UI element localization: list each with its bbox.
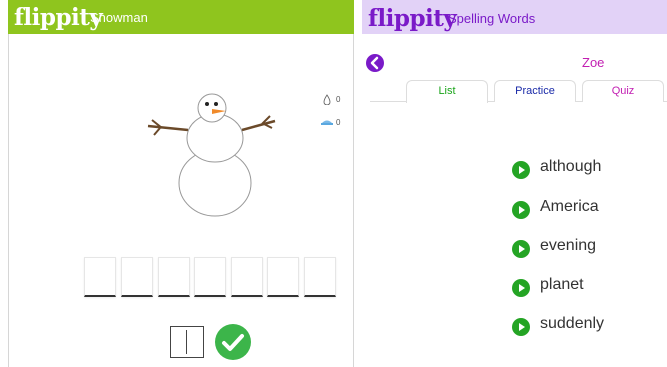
drop-icon [323,94,331,105]
user-name: Zoe [582,55,605,70]
snowman-illustration [147,93,276,217]
wrong-count: 0 [336,95,341,104]
check-icon [222,334,244,351]
app-title: Spelling Words [448,11,536,26]
letter-tile [304,257,336,297]
submit-letter-button[interactable] [215,324,251,360]
word-text: suddenly [540,315,605,332]
letter-tile [194,257,226,297]
snowman-panel: flippity Snowman 0 0 [0,0,358,367]
hint-count: 0 [336,118,341,127]
spelling-panel: flippity Spelling Words Zoe List Practic… [362,0,667,367]
tab-practice[interactable]: Practice [494,80,576,102]
back-arrow-icon [370,56,379,70]
back-button[interactable] [366,54,384,72]
play-icon[interactable] [512,318,530,336]
spelling-header: flippity Spelling Words [362,0,667,34]
play-icon[interactable] [512,201,530,219]
play-icon[interactable] [512,279,530,297]
letter-tile [121,257,153,297]
letter-tile [84,257,116,297]
word-text: although [540,158,602,175]
word-text: evening [540,237,597,254]
letter-tile [158,257,190,297]
play-icon[interactable] [512,161,530,179]
letter-tile [231,257,263,297]
flippity-logo: flippity [368,5,457,32]
word-text: planet [540,276,584,293]
tab-list[interactable]: List [406,80,488,103]
play-icon[interactable] [512,240,530,258]
letter-input[interactable] [170,326,204,358]
hat-icon [321,120,333,125]
tab-quiz[interactable]: Quiz [582,80,664,102]
letter-tile [267,257,299,297]
word-text: America [540,198,599,215]
app-title: Snowman [90,10,148,25]
text-cursor [186,330,187,354]
snowman-header: flippity Snowman [8,0,354,34]
